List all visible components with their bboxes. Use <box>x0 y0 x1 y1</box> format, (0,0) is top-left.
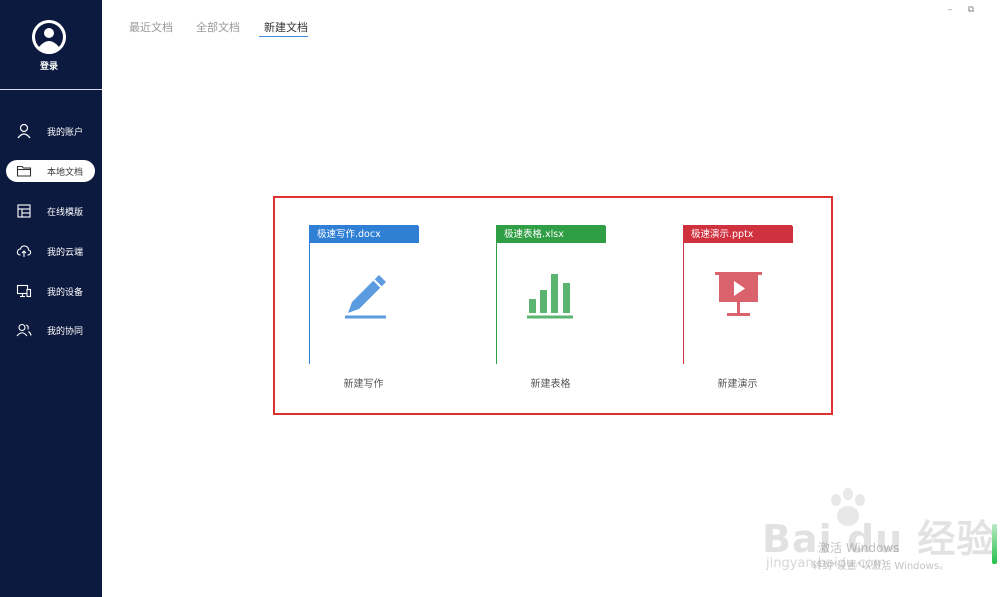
sidebar: 登录 我的账户 本地文档 在线模版 我的云端 我的设备 我的协同 <box>0 0 102 597</box>
sidebar-item-label: 本地文档 <box>47 168 84 178</box>
login-label[interactable]: 登录 <box>0 59 98 72</box>
tab-recent-docs[interactable]: 最近文档 <box>129 19 173 35</box>
sidebar-item-label: 我的云端 <box>47 248 84 258</box>
card-title: 极速演示.pptx <box>684 226 793 243</box>
sidebar-item-label: 我的协同 <box>47 327 84 337</box>
devices-icon <box>16 283 32 299</box>
restore-button[interactable]: ⧉ <box>965 4 977 16</box>
baidu-url-watermark: jingyan.baidu.com <box>766 556 886 571</box>
card-body <box>310 243 419 365</box>
sidebar-item-templates[interactable]: 在线模版 <box>6 200 95 222</box>
tab-new-doc[interactable]: 新建文档 <box>264 19 308 35</box>
new-spreadsheet-caption[interactable]: 新建表格 <box>496 375 605 390</box>
folder-icon <box>16 163 32 179</box>
card-title: 极速写作.docx <box>310 226 419 243</box>
avatar-user-icon <box>32 20 66 54</box>
sidebar-item-label: 我的设备 <box>47 288 84 298</box>
sidebar-item-collaboration[interactable]: 我的协同 <box>6 319 95 341</box>
template-icon <box>16 203 32 219</box>
card-body <box>497 243 606 365</box>
scroll-indicator[interactable] <box>992 524 997 564</box>
card-body <box>684 243 793 365</box>
new-writing-card[interactable]: 极速写作.docx <box>309 225 419 365</box>
active-tab-underline <box>259 36 308 37</box>
bar-chart-icon <box>527 274 573 319</box>
sidebar-item-devices[interactable]: 我的设备 <box>6 280 95 302</box>
sidebar-item-account[interactable]: 我的账户 <box>6 120 95 142</box>
new-writing-caption[interactable]: 新建写作 <box>309 375 418 390</box>
pen-icon <box>345 275 386 319</box>
new-spreadsheet-card[interactable]: 极速表格.xlsx <box>496 225 606 365</box>
avatar[interactable] <box>32 20 66 54</box>
user-icon <box>16 123 32 139</box>
sidebar-item-label: 在线模版 <box>47 208 84 218</box>
card-title: 极速表格.xlsx <box>497 226 606 243</box>
sidebar-item-cloud[interactable]: 我的云端 <box>6 240 95 262</box>
cloud-upload-icon <box>16 243 32 259</box>
sidebar-item-local-docs[interactable]: 本地文档 <box>6 160 95 182</box>
presentation-icon <box>715 272 762 316</box>
tab-all-docs[interactable]: 全部文档 <box>196 19 240 35</box>
minimize-button[interactable]: – <box>944 4 956 16</box>
activate-windows-title: 激活 Windows <box>818 541 900 555</box>
sidebar-item-label: 我的账户 <box>47 128 84 138</box>
users-icon <box>16 322 32 338</box>
new-presentation-caption[interactable]: 新建演示 <box>683 375 792 390</box>
new-presentation-card[interactable]: 极速演示.pptx <box>683 225 793 365</box>
user-block: 登录 <box>0 0 102 90</box>
